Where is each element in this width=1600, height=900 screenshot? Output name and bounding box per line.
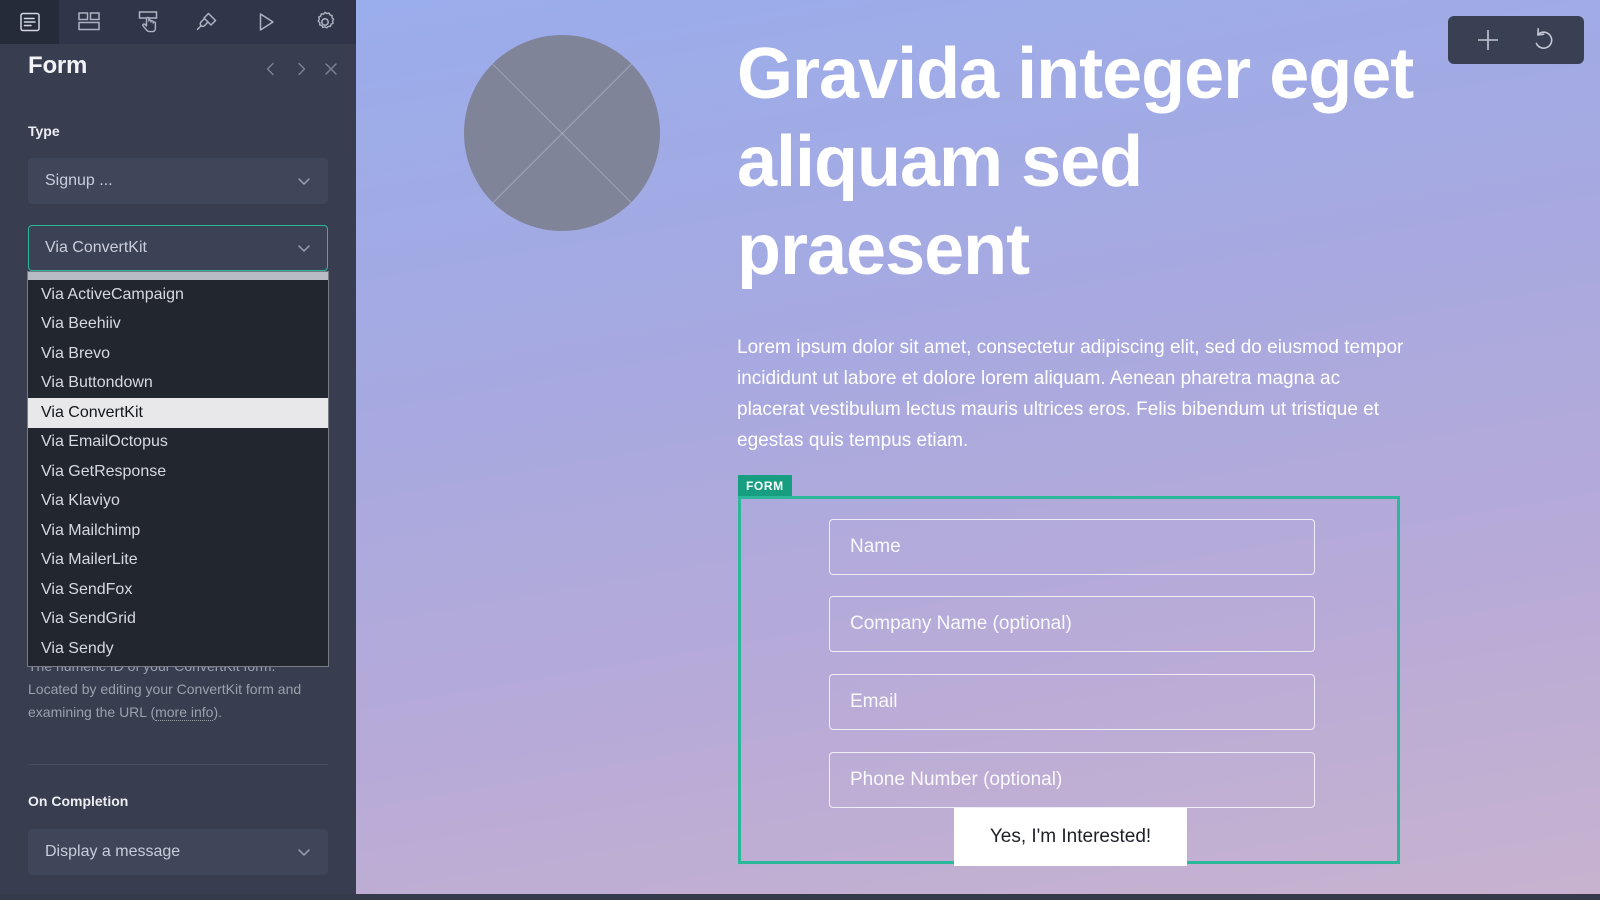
plus-icon bbox=[1478, 30, 1498, 50]
on-completion-value: Display a message bbox=[45, 843, 181, 860]
on-completion-label: On Completion bbox=[28, 793, 129, 809]
panel-next-button[interactable] bbox=[288, 56, 314, 82]
close-icon bbox=[325, 63, 337, 75]
toolbar-pages-button[interactable] bbox=[0, 0, 59, 44]
email-field[interactable]: Email bbox=[829, 674, 1315, 730]
dropdown-option[interactable]: Via Sendy bbox=[28, 634, 328, 664]
dropdown-option[interactable]: Via Beehiiv bbox=[28, 310, 328, 340]
chevron-right-icon bbox=[298, 62, 306, 76]
undo-button[interactable] bbox=[1516, 16, 1572, 64]
form-type-value: Signup ... bbox=[45, 172, 113, 189]
dropdown-option[interactable]: Via Brevo bbox=[28, 339, 328, 369]
dropdown-option[interactable]: Via SendFox bbox=[28, 575, 328, 605]
floating-controls bbox=[1448, 16, 1584, 64]
paintbrush-icon bbox=[196, 12, 216, 31]
pages-icon bbox=[19, 12, 40, 32]
toolbar-preview-button[interactable] bbox=[236, 0, 295, 44]
name-field-placeholder: Name bbox=[850, 536, 901, 557]
company-field-placeholder: Company Name (optional) bbox=[850, 613, 1072, 634]
editor-sidebar: Form Type Signup ... Via ConvertKit Loca… bbox=[0, 0, 356, 900]
company-field[interactable]: Company Name (optional) bbox=[829, 596, 1315, 652]
type-section-label: Type bbox=[28, 123, 60, 139]
canvas-bottom-edge bbox=[0, 894, 1600, 900]
dropdown-option[interactable]: Via MailerLite bbox=[28, 546, 328, 576]
more-info-link[interactable]: more info bbox=[155, 704, 214, 721]
undo-icon bbox=[1535, 28, 1553, 49]
toolbar-interact-button[interactable] bbox=[118, 0, 177, 44]
chevron-down-icon bbox=[298, 849, 310, 856]
panel-header: Form bbox=[0, 44, 356, 94]
email-field-placeholder: Email bbox=[850, 691, 898, 712]
selection-badge: FORM bbox=[738, 475, 792, 496]
toolbar-settings-button[interactable] bbox=[295, 0, 354, 44]
dropdown-options: Via ActiveCampaign Via Beehiiv Via Brevo Vi… bbox=[28, 280, 328, 664]
sidebar-toolbar bbox=[0, 0, 356, 44]
toolbar-style-button[interactable] bbox=[177, 0, 236, 44]
chevron-left-icon bbox=[266, 62, 274, 76]
provider-select[interactable]: Via ConvertKit bbox=[28, 225, 328, 271]
app-root: Gravida integer eget aliquam sed praesen… bbox=[0, 0, 1600, 900]
on-completion-select[interactable]: Display a message bbox=[28, 829, 328, 875]
section-divider bbox=[28, 764, 328, 765]
toolbar-layout-button[interactable] bbox=[59, 0, 118, 44]
dropdown-option[interactable]: Via ConvertKit bbox=[28, 398, 328, 428]
dropdown-option[interactable]: Via SendGrid bbox=[28, 605, 328, 635]
phone-field-placeholder: Phone Number (optional) bbox=[850, 769, 1063, 790]
design-canvas[interactable]: Gravida integer eget aliquam sed praesen… bbox=[356, 0, 1600, 900]
phone-field[interactable]: Phone Number (optional) bbox=[829, 752, 1315, 808]
name-field[interactable]: Name bbox=[829, 519, 1315, 575]
circle-image-placeholder[interactable] bbox=[464, 35, 660, 231]
panel-prev-button[interactable] bbox=[258, 56, 284, 82]
hint-line-3-prefix: URL ( bbox=[119, 704, 156, 720]
hint-line-3-suffix: ). bbox=[213, 704, 223, 720]
add-button[interactable] bbox=[1460, 16, 1516, 64]
interact-icon bbox=[138, 11, 157, 33]
dropdown-option[interactable]: Via GetResponse bbox=[28, 457, 328, 487]
page-title: Form bbox=[28, 52, 88, 79]
panel-close-button[interactable] bbox=[318, 56, 344, 82]
chevron-down-icon bbox=[298, 178, 310, 185]
gear-icon bbox=[317, 11, 334, 29]
page-headline[interactable]: Gravida integer eget aliquam sed praesen… bbox=[737, 30, 1417, 294]
provider-value: Via ConvertKit bbox=[45, 239, 147, 256]
dropdown-option[interactable]: Via Buttondown bbox=[28, 369, 328, 399]
form-type-select[interactable]: Signup ... bbox=[28, 158, 328, 204]
dropdown-option[interactable]: Via EmailOctopus bbox=[28, 428, 328, 458]
dropdown-option[interactable]: Via Mailchimp bbox=[28, 516, 328, 546]
chevron-down-icon bbox=[298, 245, 310, 252]
dropdown-option[interactable]: Via ActiveCampaign bbox=[28, 280, 328, 310]
page-body-text[interactable]: Lorem ipsum dolor sit amet, consectetur … bbox=[737, 332, 1409, 456]
submit-button[interactable]: Yes, I'm Interested! bbox=[954, 808, 1187, 866]
play-icon bbox=[259, 13, 274, 31]
layout-icon bbox=[77, 12, 100, 31]
form-block[interactable]: Name Company Name (optional) Email Phone… bbox=[738, 496, 1400, 866]
dropdown-scroll-indicator[interactable] bbox=[28, 272, 328, 280]
provider-dropdown-list[interactable]: Via ActiveCampaign Via Beehiiv Via Brevo Vi… bbox=[27, 271, 329, 667]
dropdown-option[interactable]: Via Klaviyo bbox=[28, 487, 328, 517]
